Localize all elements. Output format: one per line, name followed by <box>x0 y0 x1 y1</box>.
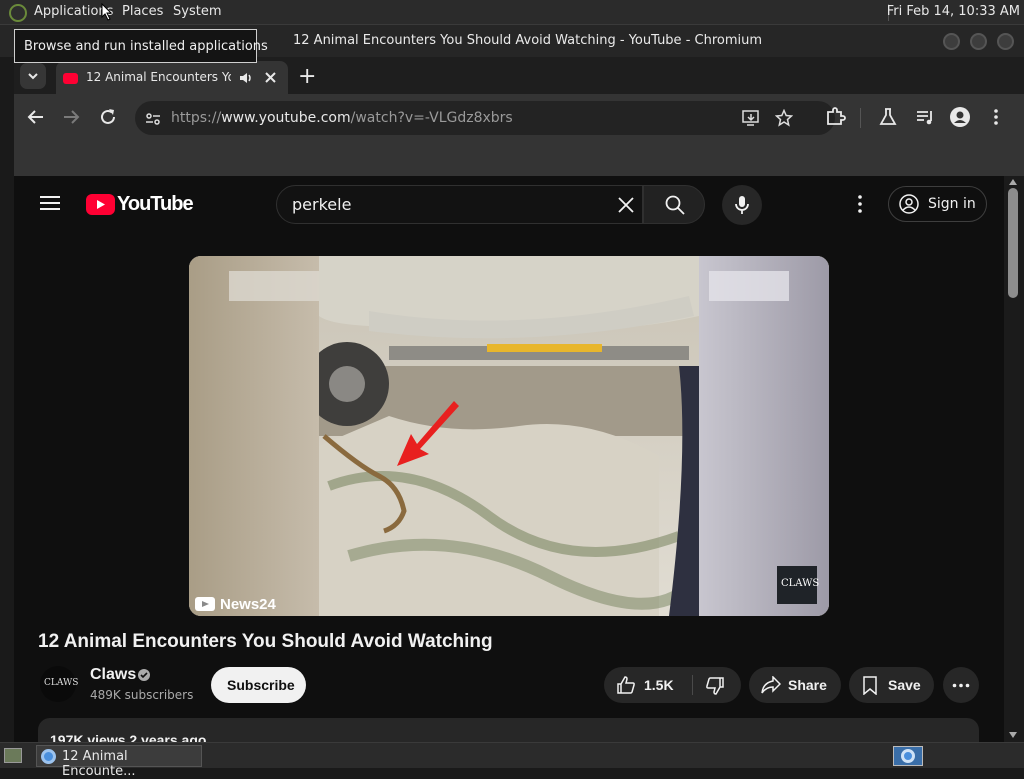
forward-arrow-icon[interactable] <box>60 106 82 128</box>
search-button[interactable] <box>643 185 705 224</box>
bookmark-icon <box>863 676 877 695</box>
mouse-cursor-icon <box>101 3 113 21</box>
browser-menu-icon[interactable] <box>985 106 1007 128</box>
like-dislike-group: 1.5K <box>604 667 741 703</box>
workspace-chromium-icon <box>901 749 915 763</box>
taskbar-window-item[interactable]: 12 Animal Encounte... <box>36 745 202 779</box>
microphone-icon <box>735 196 749 214</box>
desktop-taskbar: 12 Animal Encounte... <box>0 742 1024 779</box>
channel-name[interactable]: Claws <box>90 666 136 684</box>
news24-watermark: News24 <box>220 596 276 613</box>
like-button[interactable]: 1.5K <box>604 667 692 703</box>
thumbs-up-icon <box>617 676 635 694</box>
dislike-button[interactable] <box>693 667 741 703</box>
back-arrow-icon[interactable] <box>25 106 47 128</box>
hamburger-menu-icon[interactable] <box>40 195 60 211</box>
youtube-logo[interactable]: YouTube <box>86 193 196 217</box>
clock[interactable]: Fri Feb 14, 10:33 AM <box>887 4 1020 19</box>
save-button[interactable]: Save <box>849 667 934 703</box>
maximize-button[interactable] <box>970 33 987 50</box>
window-title: 12 Animal Encounters You Should Avoid Wa… <box>293 33 763 48</box>
workspace-switcher[interactable] <box>893 746 923 766</box>
profile-avatar-icon[interactable] <box>949 106 971 128</box>
desktop-top-panel: Applications Places System Fri Feb 14, 1… <box>0 0 1024 25</box>
show-desktop-icon[interactable] <box>4 748 22 763</box>
address-bar[interactable]: https://www.youtube.com/watch?v=-VLGdz8x… <box>135 101 835 135</box>
apps-menu-icon[interactable] <box>9 4 27 22</box>
voice-search-button[interactable] <box>722 185 762 225</box>
url-text: https://www.youtube.com/watch?v=-VLGdz8x… <box>171 110 513 126</box>
reload-icon[interactable] <box>97 106 119 128</box>
youtube-favicon-icon <box>63 73 78 84</box>
page-scrollbar[interactable] <box>1004 176 1024 742</box>
clear-search-icon[interactable] <box>617 196 635 214</box>
minimize-button[interactable] <box>943 33 960 50</box>
youtube-logo-text: YouTube <box>117 193 194 215</box>
search-query: perkele <box>292 195 352 214</box>
save-label: Save <box>888 677 921 693</box>
extensions-icon[interactable] <box>824 106 846 128</box>
subscriber-count: 489K subscribers <box>90 688 194 702</box>
browser-tab[interactable]: 12 Animal Encounters You Should Avoid Wa… <box>56 61 288 94</box>
sign-in-label: Sign in <box>928 196 976 212</box>
browser-toolbar: https://www.youtube.com/watch?v=-VLGdz8x… <box>14 94 1024 142</box>
scroll-up-icon[interactable] <box>1009 179 1017 185</box>
search-icon <box>665 195 685 215</box>
new-tab-button[interactable]: + <box>298 64 316 89</box>
settings-dots-icon[interactable] <box>854 194 866 214</box>
subscribe-label: Subscribe <box>227 677 295 693</box>
menu-places[interactable]: Places <box>122 4 163 19</box>
view-count-and-date: 197K views 2 years ago <box>50 732 207 742</box>
tab-title: 12 Animal Encounters You Should Avoid Wa… <box>86 70 231 84</box>
close-window-button[interactable] <box>997 33 1014 50</box>
search-input[interactable]: perkele <box>276 185 643 224</box>
more-actions-button[interactable] <box>943 667 979 703</box>
menu-system[interactable]: System <box>173 4 221 19</box>
video-player[interactable]: CLAWS News24 <box>189 256 829 616</box>
video-frame <box>189 256 829 616</box>
share-label: Share <box>788 677 827 693</box>
thumbs-down-icon <box>706 677 724 695</box>
scroll-down-icon[interactable] <box>1009 732 1017 738</box>
taskbar-item-label: 12 Animal Encounte... <box>62 749 136 779</box>
bookmark-star-icon[interactable] <box>775 109 793 127</box>
toolbar-separator <box>860 108 861 128</box>
labs-flask-icon[interactable] <box>877 106 899 128</box>
account-circle-icon <box>899 194 919 214</box>
close-tab-icon[interactable] <box>264 71 277 84</box>
verified-badge-icon <box>137 668 151 682</box>
chromium-icon <box>41 749 56 764</box>
youtube-page: YouTube perkele Sign in CLAWS News24 12 … <box>14 176 1004 742</box>
like-count: 1.5K <box>644 677 674 693</box>
sign-in-button[interactable]: Sign in <box>888 186 987 222</box>
install-app-icon[interactable] <box>742 110 760 126</box>
toolbar-extension-area <box>14 142 1024 176</box>
video-title: 12 Animal Encounters You Should Avoid Wa… <box>38 631 493 652</box>
channel-avatar[interactable]: CLAWS <box>40 666 79 702</box>
channel-avatar-text: CLAWS <box>44 678 79 688</box>
audio-playing-icon[interactable] <box>239 71 253 85</box>
description-box[interactable]: 197K views 2 years ago <box>38 718 979 742</box>
more-horizontal-icon <box>952 683 970 688</box>
chevron-down-icon <box>28 73 38 80</box>
media-controls-icon[interactable] <box>914 106 936 128</box>
tab-search-button[interactable] <box>20 63 46 89</box>
scrollbar-thumb[interactable] <box>1008 188 1018 298</box>
channel-watermark: CLAWS <box>781 578 820 589</box>
youtube-logo-icon <box>86 194 115 215</box>
site-info-icon[interactable] <box>145 111 161 127</box>
share-arrow-icon <box>761 676 781 694</box>
applications-tooltip: Browse and run installed applications <box>14 29 268 63</box>
share-button[interactable]: Share <box>749 667 841 703</box>
subscribe-button[interactable]: Subscribe <box>211 667 306 703</box>
